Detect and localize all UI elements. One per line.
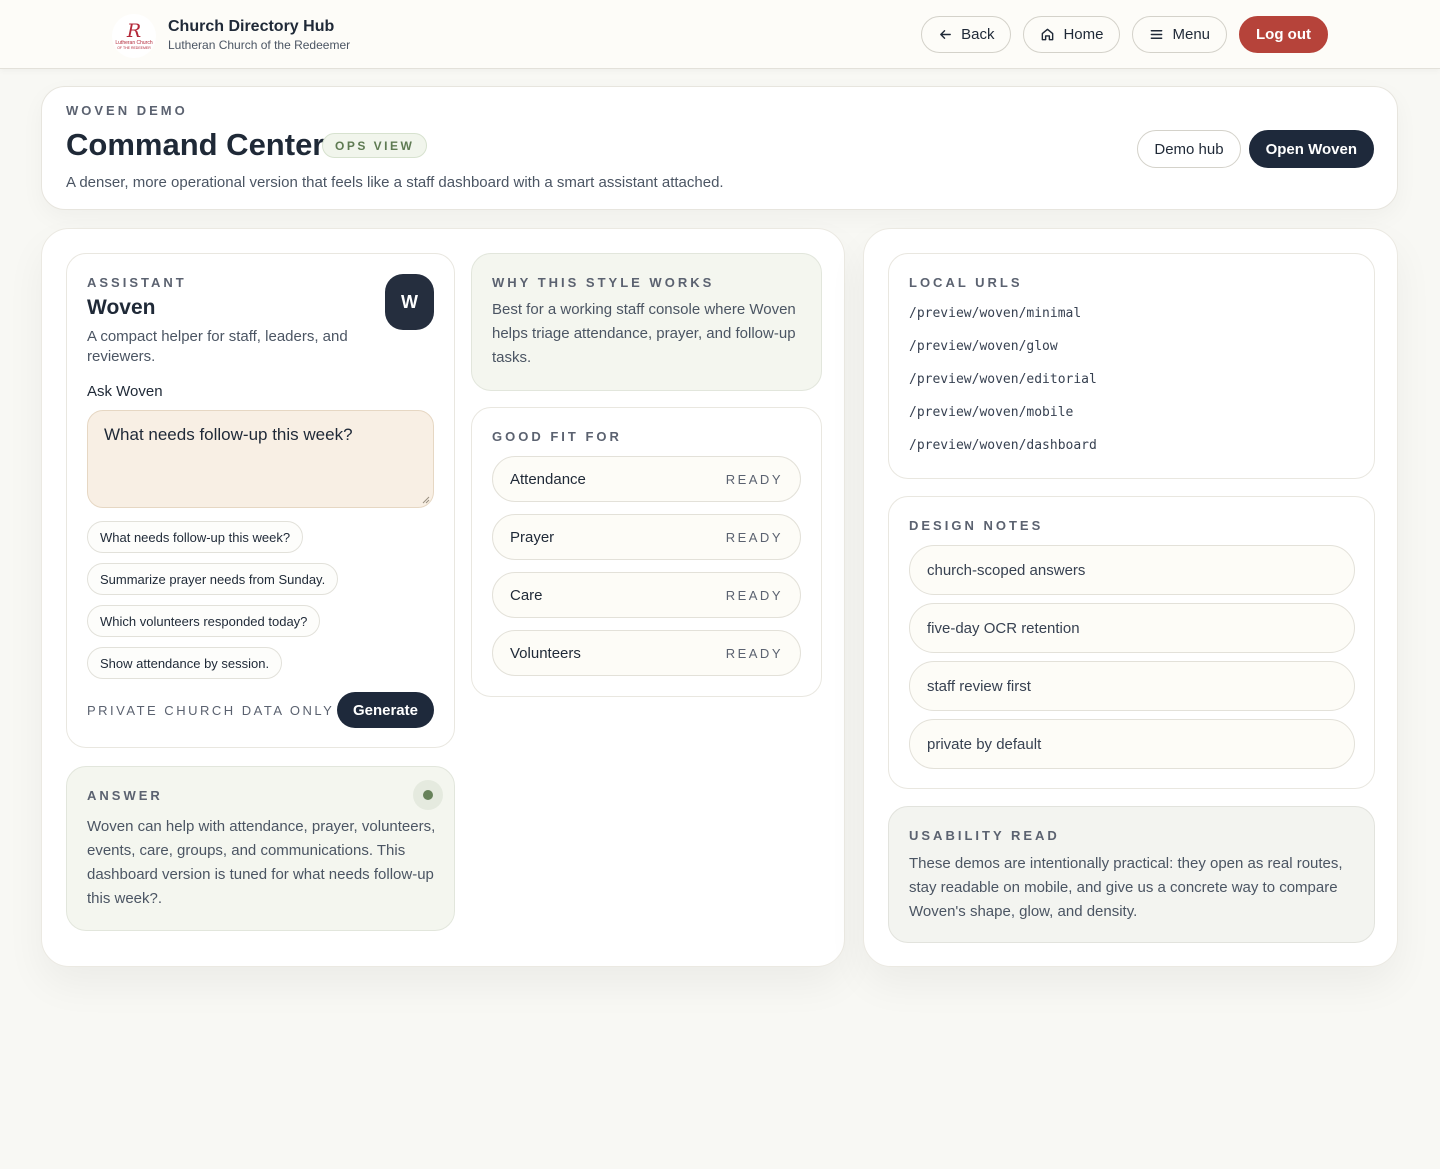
suggestion-chip[interactable]: Summarize prayer needs from Sunday. bbox=[87, 563, 339, 595]
suggestion-chip[interactable]: Show attendance by session. bbox=[87, 647, 283, 679]
header-actions: Demo hub Open Woven bbox=[1137, 130, 1374, 168]
url-link-mobile[interactable]: /preview/woven/mobile bbox=[909, 404, 1097, 437]
design-note: five-day OCR retention bbox=[909, 603, 1355, 653]
fit-item-volunteers[interactable]: Volunteers READY bbox=[492, 630, 801, 676]
privacy-note: PRIVATE CHURCH DATA ONLY bbox=[87, 702, 335, 718]
fit-status-badge: READY bbox=[725, 645, 783, 661]
suggestion-chips: What needs follow-up this week? Summariz… bbox=[87, 521, 339, 689]
workspace-panel: ASSISTANT Woven A compact helper for sta… bbox=[41, 228, 845, 967]
brand[interactable]: R Lutheran Church OF THE REDEEMER Church… bbox=[112, 14, 350, 58]
url-list: /preview/woven/minimal /preview/woven/gl… bbox=[909, 305, 1097, 470]
hamburger-icon bbox=[1151, 30, 1163, 39]
usability-card: USABILITY READ These demos are intention… bbox=[888, 806, 1375, 943]
info-panel: LOCAL URLS /preview/woven/minimal /previ… bbox=[863, 228, 1398, 967]
top-bar: R Lutheran Church OF THE REDEEMER Church… bbox=[0, 0, 1440, 69]
design-notes-list: church-scoped answers five-day OCR reten… bbox=[909, 545, 1355, 777]
url-link-minimal[interactable]: /preview/woven/minimal bbox=[909, 305, 1097, 338]
fit-item-label: Volunteers bbox=[510, 644, 581, 662]
design-notes-eyebrow: DESIGN NOTES bbox=[909, 518, 1044, 533]
home-button[interactable]: Home bbox=[1023, 16, 1121, 53]
url-link-glow[interactable]: /preview/woven/glow bbox=[909, 338, 1097, 371]
page-header-card: WOVEN DEMO Command Center OPS VIEW A den… bbox=[41, 86, 1398, 210]
page-title: Command Center bbox=[66, 127, 325, 162]
ask-label: Ask Woven bbox=[87, 383, 163, 400]
answer-eyebrow: ANSWER bbox=[87, 788, 163, 803]
good-fit-list: Attendance READY Prayer READY Care READY… bbox=[492, 456, 801, 688]
ask-value: What needs follow-up this week? bbox=[104, 425, 353, 444]
arrow-left-icon bbox=[940, 30, 951, 39]
assistant-avatar: W bbox=[385, 274, 434, 330]
design-note: staff review first bbox=[909, 661, 1355, 711]
resize-grip-icon[interactable] bbox=[422, 496, 430, 504]
logo-line-2: OF THE REDEEMER bbox=[117, 46, 151, 50]
status-dot-icon bbox=[423, 790, 433, 800]
ask-textarea[interactable]: What needs follow-up this week? bbox=[87, 410, 434, 508]
church-logo: R Lutheran Church OF THE REDEEMER bbox=[112, 14, 156, 58]
logo-letter: R bbox=[126, 20, 142, 42]
answer-text: Woven can help with attendance, prayer, … bbox=[87, 818, 436, 907]
back-button[interactable]: Back bbox=[921, 16, 1012, 53]
menu-label: Menu bbox=[1172, 26, 1211, 43]
assistant-name: Woven bbox=[87, 296, 156, 319]
generate-button[interactable]: Generate bbox=[336, 692, 434, 728]
local-urls-eyebrow: LOCAL URLS bbox=[909, 275, 1023, 290]
why-text: Best for a working staff console where W… bbox=[492, 301, 796, 366]
fit-item-label: Attendance bbox=[510, 470, 586, 488]
church-name: Lutheran Church of the Redeemer bbox=[168, 38, 351, 52]
local-urls-card: LOCAL URLS /preview/woven/minimal /previ… bbox=[888, 253, 1375, 479]
fit-item-label: Prayer bbox=[510, 528, 555, 546]
suggestion-chip[interactable]: Which volunteers responded today? bbox=[87, 605, 321, 637]
menu-button[interactable]: Menu bbox=[1132, 16, 1228, 53]
design-note: church-scoped answers bbox=[909, 545, 1355, 595]
why-eyebrow: WHY THIS STYLE WORKS bbox=[492, 275, 715, 290]
why-style-card: WHY THIS STYLE WORKS Best for a working … bbox=[471, 253, 822, 391]
status-indicator bbox=[413, 780, 443, 810]
design-note: private by default bbox=[909, 719, 1355, 769]
url-link-dashboard[interactable]: /preview/woven/dashboard bbox=[909, 437, 1097, 470]
demo-hub-button[interactable]: Demo hub bbox=[1137, 130, 1241, 168]
url-link-editorial[interactable]: /preview/woven/editorial bbox=[909, 371, 1097, 404]
home-icon bbox=[1042, 28, 1054, 41]
open-woven-button[interactable]: Open Woven bbox=[1248, 130, 1374, 168]
fit-item-prayer[interactable]: Prayer READY bbox=[492, 514, 801, 560]
ops-view-badge: OPS VIEW bbox=[322, 133, 428, 158]
fit-status-badge: READY bbox=[725, 471, 783, 487]
design-notes-card: DESIGN NOTES church-scoped answers five-… bbox=[888, 496, 1375, 789]
logout-button[interactable]: Log out bbox=[1239, 16, 1328, 53]
page-description: A denser, more operational version that … bbox=[66, 174, 724, 191]
fit-item-label: Care bbox=[510, 586, 543, 604]
assistant-eyebrow: ASSISTANT bbox=[87, 275, 187, 290]
fit-item-care[interactable]: Care READY bbox=[492, 572, 801, 618]
assistant-card: ASSISTANT Woven A compact helper for sta… bbox=[66, 253, 455, 748]
fit-item-attendance[interactable]: Attendance READY bbox=[492, 456, 801, 502]
usability-eyebrow: USABILITY READ bbox=[909, 828, 1060, 843]
good-fit-card: GOOD FIT FOR Attendance READY Prayer REA… bbox=[471, 407, 822, 697]
fit-status-badge: READY bbox=[725, 587, 783, 603]
usability-text: These demos are intentionally practical:… bbox=[909, 855, 1343, 920]
page-eyebrow: WOVEN DEMO bbox=[66, 103, 188, 118]
good-fit-eyebrow: GOOD FIT FOR bbox=[492, 429, 622, 444]
app-title: Church Directory Hub bbox=[168, 18, 335, 35]
suggestion-chip[interactable]: What needs follow-up this week? bbox=[87, 521, 304, 553]
fit-status-badge: READY bbox=[725, 529, 783, 545]
back-label: Back bbox=[961, 26, 995, 43]
home-label: Home bbox=[1063, 26, 1104, 43]
answer-card: ANSWER Woven can help with attendance, p… bbox=[66, 766, 455, 931]
assistant-description: A compact helper for staff, leaders, and… bbox=[87, 328, 348, 365]
assistant-footer: PRIVATE CHURCH DATA ONLY Generate bbox=[87, 692, 434, 728]
top-nav: Back Home Menu Log out bbox=[921, 16, 1328, 53]
